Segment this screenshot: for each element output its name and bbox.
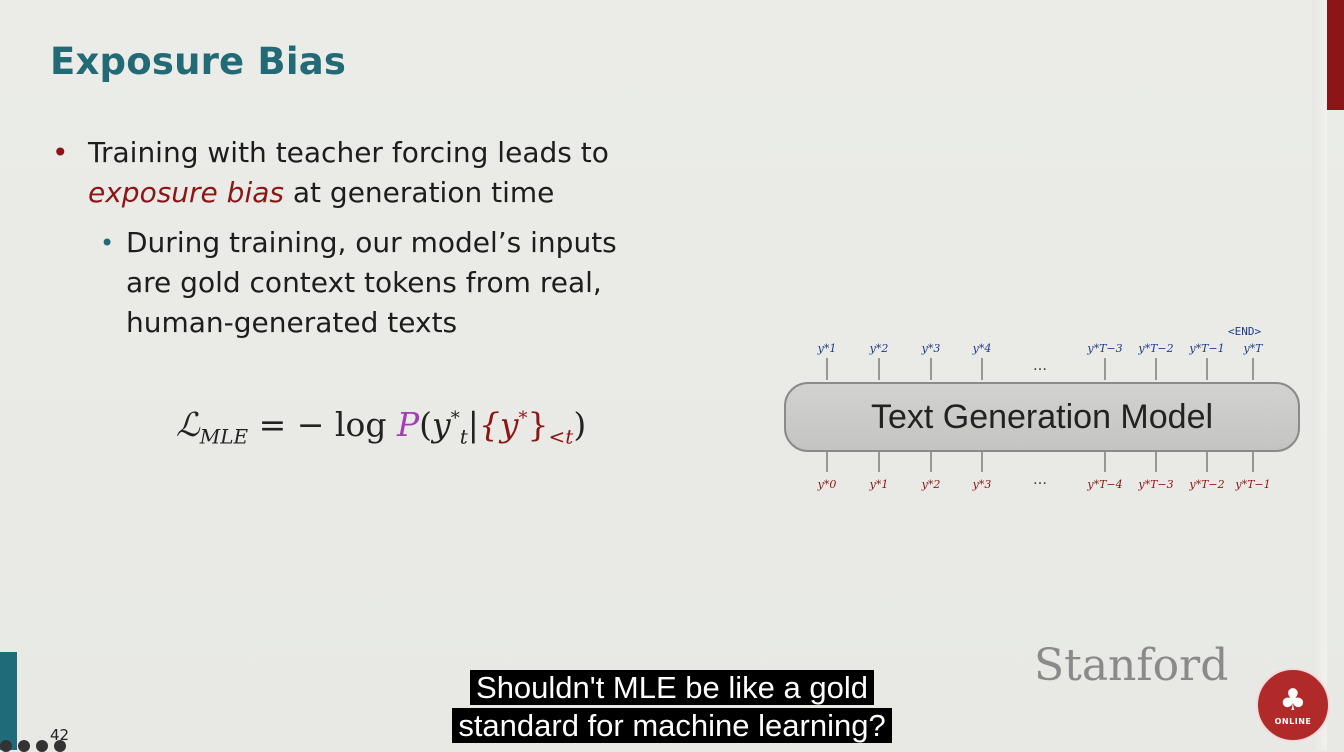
input-arrow [826, 452, 828, 472]
input-token: y*T−4 [1087, 478, 1123, 491]
output-token: y*2 [869, 342, 889, 355]
input-arrow [1206, 452, 1208, 472]
input-arrow [930, 452, 932, 472]
input-arrow [1104, 452, 1106, 472]
end-token-label: <END> [1228, 325, 1262, 338]
text-generation-diagram: <END> Text Generation Model y*1 y*2 y*3 y*4… [780, 320, 1300, 500]
output-token: y*1 [817, 342, 837, 355]
output-arrow [981, 358, 983, 380]
bullet-1-text: Training with teacher forcing leads to [88, 136, 609, 169]
mle-formula: ℒMLE = − log P(y*t|{y*}<t) [176, 405, 587, 449]
sub-bullet-dot-icon: • [100, 229, 115, 257]
output-arrow [878, 358, 880, 380]
input-arrow [1155, 452, 1157, 472]
output-token: y*3 [921, 342, 941, 355]
input-arrow [981, 452, 983, 472]
output-arrow [1252, 358, 1254, 380]
bullet-1: Training with teacher forcing leads to e… [88, 133, 648, 213]
output-token: y*4 [972, 342, 992, 355]
caption-line-1: Shouldn't MLE be like a gold [0, 669, 1344, 707]
slide-edge [1312, 0, 1327, 750]
input-token: y*T−2 [1189, 478, 1225, 491]
ellipsis-top: … [1033, 358, 1047, 374]
bullet-2: During training, our model’s inputs are … [126, 226, 617, 339]
input-token: y*T−1 [1235, 478, 1271, 491]
bullet-1-tail: at generation time [283, 176, 555, 209]
output-token: y*T−3 [1087, 342, 1123, 355]
bullet-1-emphasis: exposure bias [88, 176, 284, 209]
slide-title: Exposure Bias [50, 40, 347, 83]
input-token: y*1 [869, 478, 889, 491]
input-token: y*3 [972, 478, 992, 491]
output-arrow [1206, 358, 1208, 380]
accent-bar [1327, 0, 1344, 110]
output-arrow [1104, 358, 1106, 380]
ellipsis-bottom: … [1033, 472, 1047, 488]
output-arrow [1155, 358, 1157, 380]
model-box: Text Generation Model [784, 382, 1300, 452]
input-token: y*T−3 [1138, 478, 1174, 491]
output-token: y*T−1 [1189, 342, 1225, 355]
output-arrow [930, 358, 932, 380]
input-arrow [878, 452, 880, 472]
output-token: y*T [1243, 342, 1263, 355]
input-token: y*0 [817, 478, 837, 491]
slide: Exposure Bias • Training with teacher fo… [0, 0, 1344, 752]
input-token: y*2 [921, 478, 941, 491]
output-arrow [826, 358, 828, 380]
bullet-dot-icon: • [52, 136, 69, 169]
output-token: y*T−2 [1138, 342, 1174, 355]
input-arrow [1252, 452, 1254, 472]
caption-line-2: standard for machine learning? [0, 707, 1344, 745]
